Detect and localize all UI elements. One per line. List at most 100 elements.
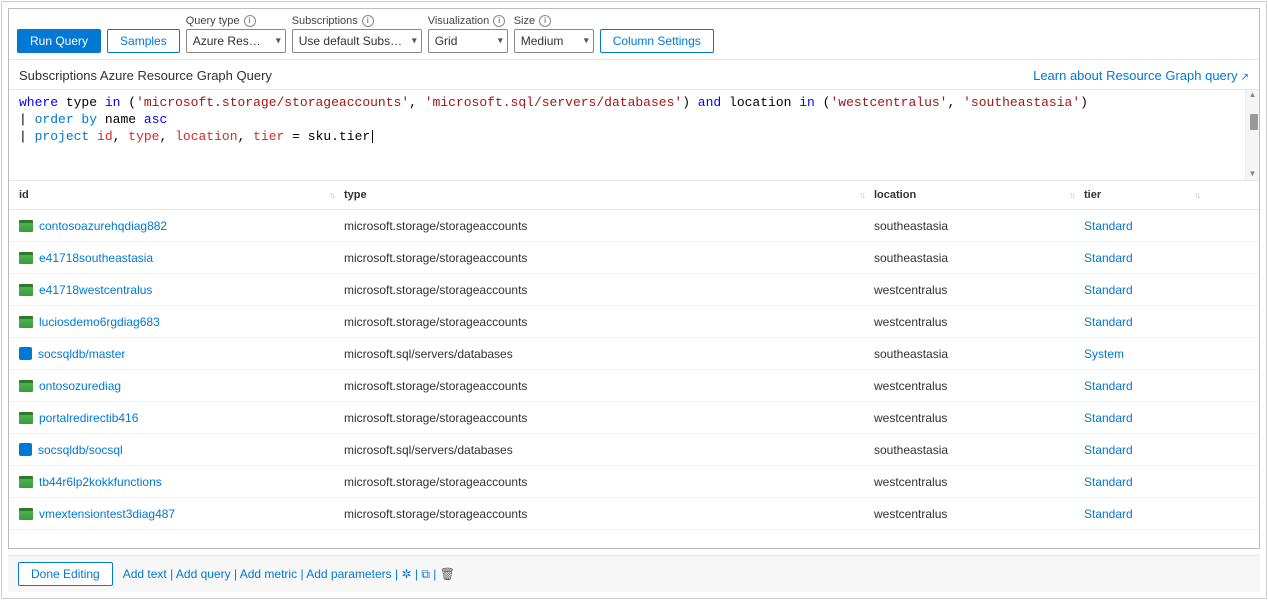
sort-icon: ↑↓: [859, 190, 864, 200]
delete-icon[interactable]: 🗑: [440, 567, 455, 581]
resource-id-link[interactable]: e41718westcentralus: [39, 283, 152, 297]
info-icon: i: [539, 15, 551, 27]
add-query-link[interactable]: Add query: [176, 567, 231, 581]
storage-account-icon: [19, 220, 33, 232]
cell-tier-link[interactable]: Standard: [1084, 219, 1199, 233]
table-row[interactable]: e41718southeastasia microsoft.storage/sto…: [9, 242, 1259, 274]
cell-tier-link[interactable]: Standard: [1084, 507, 1199, 521]
resource-id-link[interactable]: luciosdemo6rgdiag683: [39, 315, 160, 329]
query-editor[interactable]: where type in ('microsoft.storage/storag…: [9, 90, 1259, 180]
results-header-row: id↑↓ type↑↓ location↑↓ tier↑↓: [9, 181, 1259, 209]
editor-footer: Done Editing Add text | Add query | Add …: [8, 555, 1260, 592]
storage-account-icon: [19, 284, 33, 296]
chevron-down-icon: ▾: [498, 36, 503, 47]
table-row[interactable]: vmextensiontest3diag487 microsoft.storage…: [9, 498, 1259, 530]
info-icon: i: [244, 15, 256, 27]
cell-tier-link[interactable]: Standard: [1084, 443, 1199, 457]
table-row[interactable]: luciosdemo6rgdiag683 microsoft.storage/st…: [9, 306, 1259, 338]
size-label: Size i: [514, 15, 594, 27]
storage-account-icon: [19, 476, 33, 488]
minimap-thumb[interactable]: [1250, 114, 1258, 130]
cell-type: microsoft.storage/storageaccounts: [344, 315, 874, 329]
cell-type: microsoft.storage/storageaccounts: [344, 475, 874, 489]
visualization-label: Visualization i: [428, 15, 508, 27]
collapse-down-icon: ▼: [1249, 169, 1257, 178]
resource-id-link[interactable]: tb44r6lp2kokkfunctions: [39, 475, 162, 489]
cell-location: westcentralus: [874, 411, 1084, 425]
cell-tier-link[interactable]: Standard: [1084, 379, 1199, 393]
add-metric-link[interactable]: Add metric: [240, 567, 297, 581]
cell-type: microsoft.storage/storageaccounts: [344, 219, 874, 233]
cell-tier-link[interactable]: Standard: [1084, 315, 1199, 329]
cell-tier-link[interactable]: Standard: [1084, 475, 1199, 489]
column-header-location[interactable]: location↑↓: [874, 189, 1084, 201]
table-row[interactable]: ontosozurediag microsoft.storage/storagea…: [9, 370, 1259, 402]
gear-icon[interactable]: ✲: [401, 567, 411, 581]
samples-button[interactable]: Samples: [107, 29, 180, 53]
table-row[interactable]: contosoazurehqdiag882 microsoft.storage/s…: [9, 210, 1259, 242]
add-text-link[interactable]: Add text: [123, 567, 167, 581]
resource-id-link[interactable]: socsqldb/socsql: [38, 443, 123, 457]
chevron-down-icon: ▾: [584, 36, 589, 47]
sort-icon: ↑↓: [329, 190, 334, 200]
table-row[interactable]: socsqldb/master microsoft.sql/servers/dat…: [9, 338, 1259, 370]
cell-tier-link[interactable]: Standard: [1084, 283, 1199, 297]
resource-id-link[interactable]: contosoazurehqdiag882: [39, 219, 167, 233]
storage-account-icon: [19, 508, 33, 520]
resource-id-link[interactable]: e41718southeastasia: [39, 251, 153, 265]
column-header-type[interactable]: type↑↓: [344, 189, 874, 201]
editor-cursor: [372, 130, 373, 143]
query-type-select[interactable]: Azure Resourc… ▾: [186, 29, 286, 53]
cell-location: southeastasia: [874, 219, 1084, 233]
column-settings-button[interactable]: Column Settings: [600, 29, 714, 53]
cell-location: westcentralus: [874, 475, 1084, 489]
learn-link[interactable]: Learn about Resource Graph query↗: [1033, 68, 1249, 83]
cell-location: westcentralus: [874, 283, 1084, 297]
table-row[interactable]: socsqldb/socsql microsoft.sql/servers/dat…: [9, 434, 1259, 466]
done-editing-button[interactable]: Done Editing: [18, 562, 113, 586]
chevron-down-icon: ▾: [276, 36, 281, 47]
resource-id-link[interactable]: vmextensiontest3diag487: [39, 507, 175, 521]
editor-minimap[interactable]: ▲ ▼: [1245, 90, 1259, 180]
cell-type: microsoft.storage/storageaccounts: [344, 411, 874, 425]
cell-location: southeastasia: [874, 443, 1084, 457]
query-type-label: Query type i: [186, 15, 286, 27]
run-query-button[interactable]: Run Query: [17, 29, 101, 53]
storage-account-icon: [19, 252, 33, 264]
cell-location: westcentralus: [874, 315, 1084, 329]
cell-type: microsoft.sql/servers/databases: [344, 347, 874, 361]
column-header-tier[interactable]: tier↑↓: [1084, 189, 1199, 201]
size-select[interactable]: Medium ▾: [514, 29, 594, 53]
external-link-icon: ↗: [1241, 72, 1249, 83]
visualization-select[interactable]: Grid ▾: [428, 29, 508, 53]
subscriptions-label: Subscriptions i: [292, 15, 422, 27]
cell-type: microsoft.storage/storageaccounts: [344, 283, 874, 297]
cell-location: southeastasia: [874, 347, 1084, 361]
query-toolbar: Run Query Samples Query type i Azure Res…: [9, 9, 1259, 60]
table-row[interactable]: e41718westcentralus microsoft.storage/sto…: [9, 274, 1259, 306]
add-parameters-link[interactable]: Add parameters: [306, 567, 391, 581]
copy-icon[interactable]: ⧉: [421, 567, 430, 581]
table-row[interactable]: tb44r6lp2kokkfunctions microsoft.storage/…: [9, 466, 1259, 498]
cell-type: microsoft.storage/storageaccounts: [344, 379, 874, 393]
resource-id-link[interactable]: portalredirectib416: [39, 411, 138, 425]
subscriptions-select[interactable]: Use default Subscrip… ▾: [292, 29, 422, 53]
info-icon: i: [362, 15, 374, 27]
resource-id-link[interactable]: ontosozurediag: [39, 379, 121, 393]
storage-account-icon: [19, 380, 33, 392]
storage-account-icon: [19, 316, 33, 328]
resource-id-link[interactable]: socsqldb/master: [38, 347, 125, 361]
cell-tier-link[interactable]: System: [1084, 347, 1199, 361]
cell-type: microsoft.storage/storageaccounts: [344, 507, 874, 521]
cell-location: southeastasia: [874, 251, 1084, 265]
collapse-up-icon: ▲: [1249, 90, 1257, 99]
cell-type: microsoft.sql/servers/databases: [344, 443, 874, 457]
cell-type: microsoft.storage/storageaccounts: [344, 251, 874, 265]
column-header-id[interactable]: id↑↓: [19, 189, 344, 201]
results-grid[interactable]: contosoazurehqdiag882 microsoft.storage/s…: [9, 209, 1259, 548]
cell-tier-link[interactable]: Standard: [1084, 411, 1199, 425]
chevron-down-icon: ▾: [412, 36, 417, 47]
cell-tier-link[interactable]: Standard: [1084, 251, 1199, 265]
query-subtitle: Subscriptions Azure Resource Graph Query: [19, 68, 272, 83]
table-row[interactable]: portalredirectib416 microsoft.storage/sto…: [9, 402, 1259, 434]
